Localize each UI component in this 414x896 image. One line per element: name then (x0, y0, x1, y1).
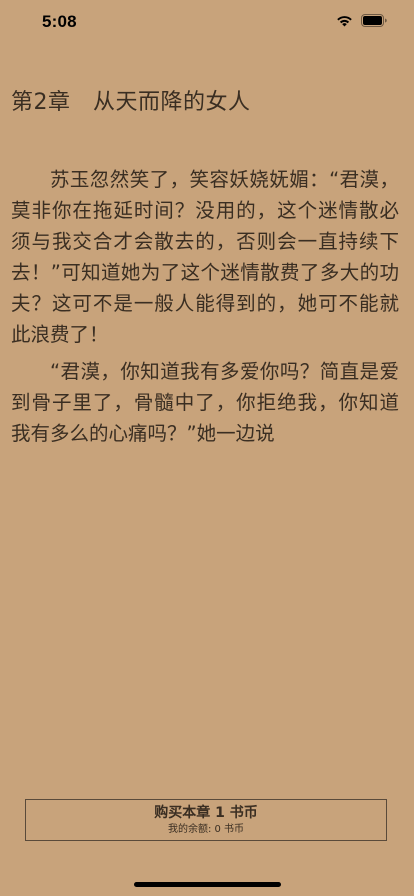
paragraph: “君漠，你知道我有多爱你吗？简直是爱到骨子里了，骨髓中了，你拒绝我，你知道我有多… (11, 360, 399, 445)
status-icons (336, 14, 388, 27)
battery-icon (361, 14, 388, 27)
status-bar: 5:08 (0, 0, 414, 44)
wifi-icon (336, 15, 353, 27)
purchase-price-label: 购买本章 1 书币 (154, 805, 258, 821)
chapter-content[interactable]: 苏玉忽然笑了，笑容妖娆妩媚：“君漠，莫非你在拖延时间？没用的，这个迷情散必须与我… (11, 164, 399, 455)
home-indicator[interactable] (134, 882, 281, 887)
balance-label: 我的余额: 0 书币 (167, 824, 245, 835)
chapter-title: 第2章 从天而降的女人 (11, 90, 251, 115)
paragraph: 苏玉忽然笑了，笑容妖娆妩媚：“君漠，莫非你在拖延时间？没用的，这个迷情散必须与我… (11, 168, 399, 346)
purchase-chapter-button[interactable]: 购买本章 1 书币 我的余额: 0 书币 (25, 799, 387, 841)
status-time: 5:08 (42, 12, 77, 31)
reader-screen: 5:08 第2章 从天而降的女人 苏玉忽然笑了，笑容妖娆妩媚：“君漠，莫非你在拖… (0, 0, 414, 896)
